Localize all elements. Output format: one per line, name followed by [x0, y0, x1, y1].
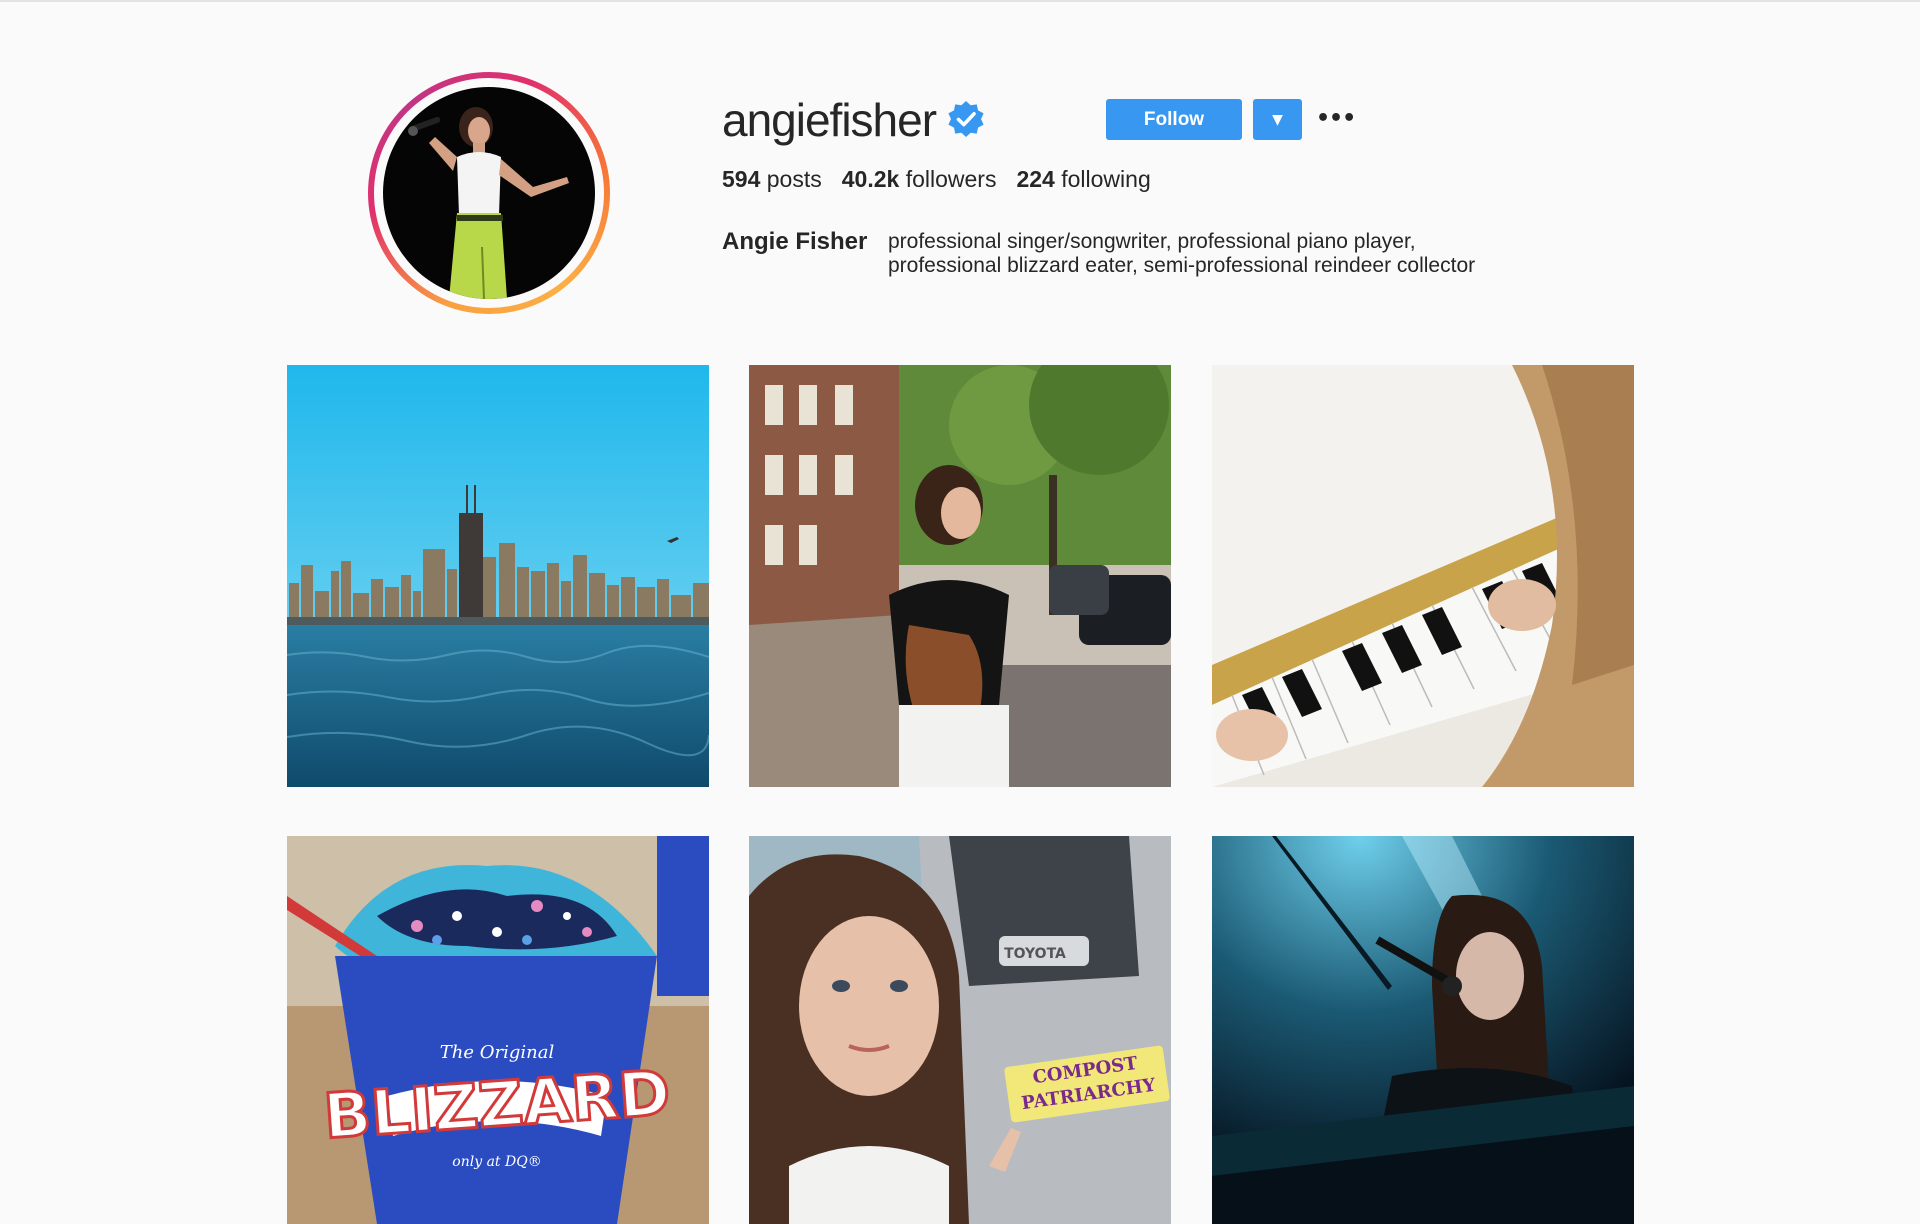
avatar[interactable] — [374, 78, 604, 308]
followers-count: 40.2k — [841, 166, 900, 192]
following-stat[interactable]: 224 following — [1016, 166, 1150, 193]
blizzard-photo: BLIZZARD The Original only at DQ® — [287, 836, 709, 1224]
post-thumbnail-street[interactable] — [749, 365, 1171, 787]
post-thumbnail-concert[interactable] — [1212, 836, 1634, 1224]
post-thumbnail-blizzard[interactable]: BLIZZARD The Original only at DQ® — [287, 836, 709, 1224]
top-border — [0, 0, 1920, 2]
profile-full-name: Angie Fisher — [722, 228, 868, 255]
cup-top-text: The Original — [440, 1042, 555, 1063]
suggestions-dropdown-button[interactable]: ▼ — [1253, 99, 1302, 140]
follow-button[interactable]: Follow — [1106, 99, 1242, 140]
posts-stat: 594 posts — [722, 166, 822, 193]
post-thumbnail-skyline[interactable] — [287, 365, 709, 787]
profile-avatar-ring[interactable] — [368, 72, 610, 314]
piano-photo — [1212, 365, 1634, 787]
posts-count: 594 — [722, 166, 761, 192]
profile-bio: professional singer/songwriter, professi… — [888, 230, 1475, 278]
following-count: 224 — [1016, 166, 1055, 192]
cup-bottom-text: only at DQ® — [452, 1154, 541, 1170]
followers-label: followers — [905, 166, 997, 192]
street-photo — [749, 365, 1171, 787]
profile-username: angiefisher — [722, 94, 937, 146]
chevron-down-icon: ▼ — [1272, 111, 1283, 128]
more-options-icon[interactable]: ••• — [1316, 104, 1356, 134]
posts-label: posts — [766, 166, 822, 192]
following-label: following — [1061, 166, 1151, 192]
bio-line: professional singer/songwriter, professi… — [888, 230, 1416, 253]
verified-badge-icon — [948, 101, 984, 137]
bio-line: professional blizzard eater, semi-profes… — [888, 254, 1476, 277]
profile-stats: 594 posts 40.2k followers 224 following — [722, 166, 1171, 193]
concert-photo — [1212, 836, 1634, 1224]
skyline-photo — [287, 365, 709, 787]
avatar-photo — [383, 87, 595, 299]
post-thumbnail-piano[interactable] — [1212, 365, 1634, 787]
car-selfie-photo: TOYOTA COMPOST PATRIARCHY — [749, 836, 1171, 1224]
post-thumbnail-car-selfie[interactable]: TOYOTA COMPOST PATRIARCHY — [749, 836, 1171, 1224]
car-brand-text: TOYOTA — [1004, 946, 1066, 962]
followers-stat[interactable]: 40.2k followers — [842, 166, 997, 193]
